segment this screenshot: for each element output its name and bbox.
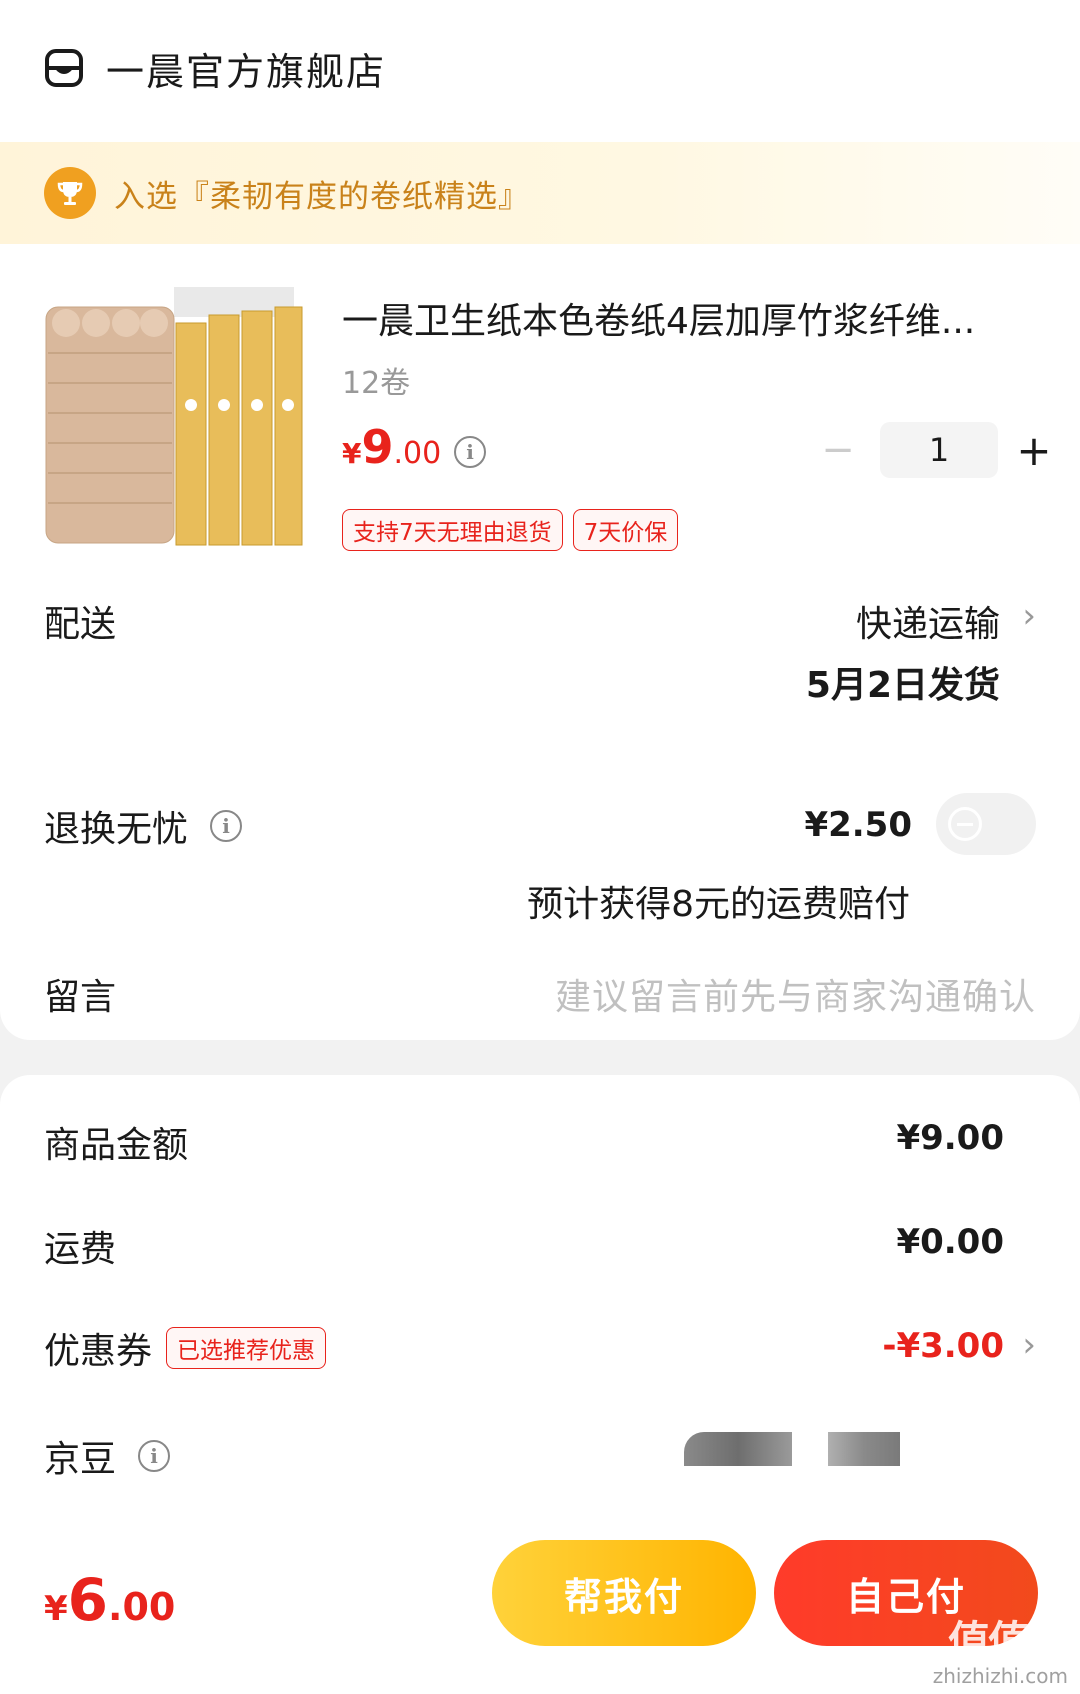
blurred-beans-value xyxy=(828,1432,900,1466)
message-input[interactable]: 建议留言前先与商家沟通确认 xyxy=(555,968,1036,1020)
coupon-chevron-icon[interactable]: › xyxy=(1022,1325,1036,1365)
price-decimal: .00 xyxy=(393,436,442,471)
product-image[interactable] xyxy=(44,285,304,550)
insurance-toggle[interactable] xyxy=(936,793,1036,855)
total-symbol: ¥ xyxy=(44,1589,68,1629)
message-label: 留言 xyxy=(44,977,117,1018)
goods-amount-value: ¥9.00 xyxy=(896,1118,1004,1158)
coupon-tag: 已选推荐优惠 xyxy=(166,1327,327,1369)
help-pay-button[interactable]: 帮我付 xyxy=(492,1540,756,1646)
product-price: ¥ 9 .00 xyxy=(342,420,441,474)
price-info-icon[interactable]: i xyxy=(454,436,486,468)
delivery-method[interactable]: 快递运输 xyxy=(856,595,1000,647)
store-name: 一晨官方旗舰店 xyxy=(106,49,387,94)
order-card: 一晨官方旗舰店 入选『柔韧有度的卷纸精选』 一晨卫生纸本色卷纸4层加厚竹浆纤维.… xyxy=(0,0,1080,1040)
insurance-info-icon[interactable]: i xyxy=(210,810,243,842)
delivery-date: 5月2日发货 xyxy=(805,665,1000,706)
beans-row: 京豆 i xyxy=(44,1430,171,1482)
coupon-label: 优惠券 xyxy=(44,1331,153,1372)
decrease-button[interactable]: − xyxy=(818,427,858,473)
total-decimal: .00 xyxy=(108,1585,176,1629)
selection-banner[interactable]: 入选『柔韧有度的卷纸精选』 xyxy=(0,142,1080,244)
store-icon xyxy=(45,49,83,87)
price-symbol: ¥ xyxy=(342,437,362,470)
increase-button[interactable]: + xyxy=(1006,422,1062,478)
blurred-beans-text xyxy=(684,1432,792,1466)
shipping-fee-label: 运费 xyxy=(44,1229,117,1270)
toggle-knob xyxy=(948,807,982,841)
insurance-note: 预计获得8元的运费赔付 xyxy=(527,884,910,925)
coupon-row[interactable]: 优惠券 已选推荐优惠 xyxy=(44,1322,327,1374)
price-protect-tag: 7天价保 xyxy=(572,509,679,551)
shipping-fee-value: ¥0.00 xyxy=(896,1222,1004,1262)
beans-label: 京豆 xyxy=(44,1439,117,1480)
quantity-stepper: − 1 + xyxy=(818,422,1062,478)
insurance-row: 退换无忧 i xyxy=(44,800,243,852)
total-integer: 6 xyxy=(67,1566,109,1634)
watermark-url: zhizhizhi.com xyxy=(932,1664,1068,1688)
product-title[interactable]: 一晨卫生纸本色卷纸4层加厚竹浆纤维... xyxy=(342,292,1042,344)
product-tags: 支持7天无理由退货 7天价保 xyxy=(342,509,679,551)
total-price: ¥ 6 .00 xyxy=(44,1566,175,1634)
trophy-icon xyxy=(44,167,96,219)
coupon-value[interactable]: -¥3.00 xyxy=(882,1326,1004,1366)
product-spec[interactable]: 12卷 xyxy=(342,358,410,402)
quantity-input[interactable]: 1 xyxy=(880,422,998,478)
return-policy-tag: 支持7天无理由退货 xyxy=(342,509,563,551)
store-header[interactable]: 一晨官方旗舰店 xyxy=(44,38,386,98)
beans-info-icon[interactable]: i xyxy=(138,1440,171,1472)
watermark-logo: 值值值 xyxy=(947,1617,1070,1666)
insurance-label: 退换无忧 xyxy=(44,809,189,850)
banner-text: 入选『柔韧有度的卷纸精选』 xyxy=(114,178,530,215)
delivery-chevron-icon[interactable]: › xyxy=(1022,596,1036,636)
insurance-price: ¥2.50 xyxy=(804,805,912,845)
price-integer: 9 xyxy=(361,420,394,474)
goods-amount-label: 商品金额 xyxy=(44,1125,189,1166)
delivery-label: 配送 xyxy=(44,604,117,645)
